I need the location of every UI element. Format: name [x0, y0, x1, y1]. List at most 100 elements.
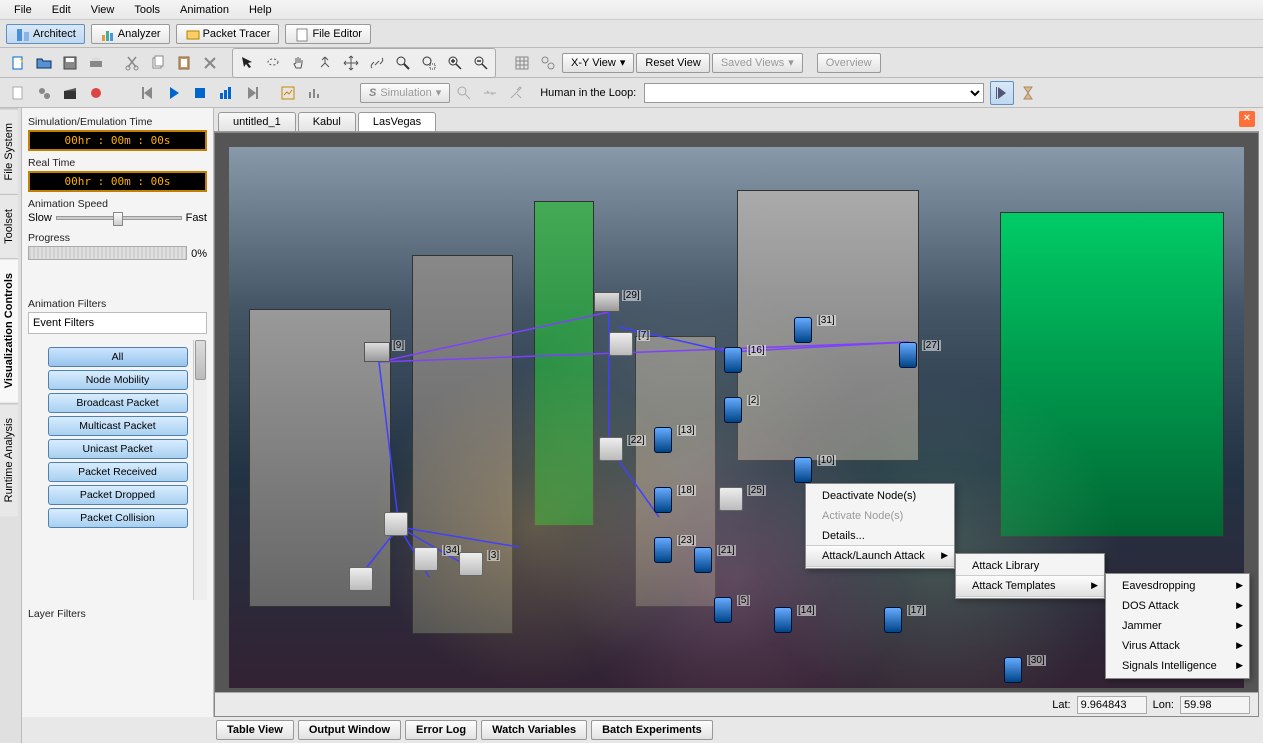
zoom-tool[interactable] [391, 51, 415, 75]
sim-sync-button[interactable] [478, 81, 502, 105]
node-22[interactable]: [22] [599, 437, 627, 465]
sim-tools-button[interactable] [504, 81, 528, 105]
print-button[interactable] [84, 51, 108, 75]
node-17[interactable]: [17] [879, 607, 907, 635]
zoom-out-tool[interactable] [469, 51, 493, 75]
filter-packet-dropped[interactable]: Packet Dropped [48, 485, 188, 505]
rotate-tool[interactable] [313, 51, 337, 75]
menu-animation[interactable]: Animation [170, 2, 239, 18]
ctx-signals-intelligence[interactable]: Signals Intelligence [1106, 656, 1249, 676]
menu-file[interactable]: File [4, 2, 42, 18]
anim-speed-slider[interactable]: Slow Fast [28, 212, 207, 224]
overview-button[interactable]: Overview [817, 53, 881, 73]
node-13[interactable]: [13] [649, 427, 677, 455]
ctx-eavesdropping[interactable]: Eavesdropping [1106, 576, 1249, 596]
vtab-runtime-analysis[interactable]: Runtime Analysis [0, 403, 18, 516]
stop-button[interactable] [188, 81, 212, 105]
gears-button[interactable] [32, 81, 56, 105]
zoom-region-tool[interactable] [417, 51, 441, 75]
btab-error-log[interactable]: Error Log [405, 720, 477, 740]
open-button[interactable] [32, 51, 56, 75]
paste-button[interactable] [172, 51, 196, 75]
node-23[interactable]: [23] [649, 537, 677, 565]
link-tool[interactable] [365, 51, 389, 75]
save-button[interactable] [58, 51, 82, 75]
ctx-virus-attack[interactable]: Virus Attack [1106, 636, 1249, 656]
ctx-attack-library[interactable]: Attack Library [956, 556, 1104, 576]
node-5[interactable]: [5] [709, 597, 737, 625]
record-button[interactable] [84, 81, 108, 105]
reset-view-button[interactable]: Reset View [636, 53, 709, 73]
ctx-deactivate[interactable]: Deactivate Node(s) [806, 486, 954, 506]
scenario-canvas[interactable]: [9] [29] [7] [31] [16] [27] [22] [13] [2… [214, 132, 1259, 717]
chart-edit-button[interactable] [276, 81, 300, 105]
copy-button[interactable] [146, 51, 170, 75]
close-tab-button[interactable]: × [1239, 111, 1255, 127]
node-27[interactable]: [27] [894, 342, 922, 370]
pointer-tool[interactable] [235, 51, 259, 75]
menu-help[interactable]: Help [239, 2, 282, 18]
filter-all[interactable]: All [48, 347, 188, 367]
saved-views-button[interactable]: Saved Views▾ [712, 53, 803, 73]
filter-scrollbar[interactable] [193, 340, 207, 600]
hourglass-button[interactable] [1016, 81, 1040, 105]
menu-view[interactable]: View [81, 2, 125, 18]
filter-node-mobility[interactable]: Node Mobility [48, 370, 188, 390]
mode-file-editor[interactable]: File Editor [285, 24, 371, 44]
mode-analyzer[interactable]: Analyzer [91, 24, 170, 44]
cut-button[interactable] [120, 51, 144, 75]
mode-packet-tracer[interactable]: Packet Tracer [176, 24, 280, 44]
human-loop-select[interactable] [644, 83, 984, 103]
lat-field[interactable] [1077, 696, 1147, 714]
ctx-jammer[interactable]: Jammer [1106, 616, 1249, 636]
clapper-button[interactable] [58, 81, 82, 105]
snap-button[interactable] [536, 51, 560, 75]
node-16[interactable]: [16] [719, 347, 747, 375]
tab-lasvegas[interactable]: LasVegas [358, 112, 436, 131]
ctx-details[interactable]: Details... [806, 526, 954, 546]
simulation-select[interactable]: S Simulation ▾ [360, 83, 450, 103]
btab-output-window[interactable]: Output Window [298, 720, 401, 740]
btab-watch-variables[interactable]: Watch Variables [481, 720, 587, 740]
filter-unicast-packet[interactable]: Unicast Packet [48, 439, 188, 459]
step-fwd-button[interactable] [240, 81, 264, 105]
vtab-toolset[interactable]: Toolset [0, 194, 18, 258]
zoom-in-tool[interactable] [443, 51, 467, 75]
scrollbar-thumb[interactable] [195, 340, 206, 380]
menu-tools[interactable]: Tools [124, 2, 170, 18]
ctx-attack-templates[interactable]: Attack Templates [956, 575, 1104, 597]
node-9[interactable]: [9] [364, 342, 392, 370]
tab-kabul[interactable]: Kabul [298, 112, 356, 131]
node-30[interactable]: [30] [999, 657, 1027, 685]
filter-packet-collision[interactable]: Packet Collision [48, 508, 188, 528]
step-button[interactable] [214, 81, 238, 105]
filter-broadcast-packet[interactable]: Broadcast Packet [48, 393, 188, 413]
node-10[interactable]: [10] [789, 457, 817, 485]
mode-architect[interactable]: Architect [6, 24, 85, 44]
btab-batch-experiments[interactable]: Batch Experiments [591, 720, 713, 740]
lon-field[interactable] [1180, 696, 1250, 714]
lasso-tool[interactable] [261, 51, 285, 75]
node-25[interactable]: [25] [719, 487, 747, 515]
chart-button[interactable] [302, 81, 326, 105]
filter-multicast-packet[interactable]: Multicast Packet [48, 416, 188, 436]
ctx-attack[interactable]: Attack/Launch Attack [806, 545, 954, 567]
loop-action-button[interactable] [990, 81, 1014, 105]
node-14[interactable]: [14] [769, 607, 797, 635]
node-hub[interactable] [384, 512, 412, 540]
node-29[interactable]: [29] [594, 292, 622, 320]
slider-thumb[interactable] [113, 212, 123, 226]
pan-tool[interactable] [287, 51, 311, 75]
view-select[interactable]: X-Y View▾ [562, 53, 634, 73]
ctx-dos-attack[interactable]: DOS Attack [1106, 596, 1249, 616]
node-2[interactable]: [2] [719, 397, 747, 425]
menu-edit[interactable]: Edit [42, 2, 81, 18]
node-s1[interactable] [349, 567, 377, 595]
node-3[interactable]: [3] [459, 552, 487, 580]
node-7[interactable]: [7] [609, 332, 637, 360]
wizard-button[interactable] [6, 81, 30, 105]
move-tool[interactable] [339, 51, 363, 75]
btab-table-view[interactable]: Table View [216, 720, 294, 740]
vtab-visualization-controls[interactable]: Visualization Controls [0, 258, 18, 402]
tab-untitled[interactable]: untitled_1 [218, 112, 296, 131]
